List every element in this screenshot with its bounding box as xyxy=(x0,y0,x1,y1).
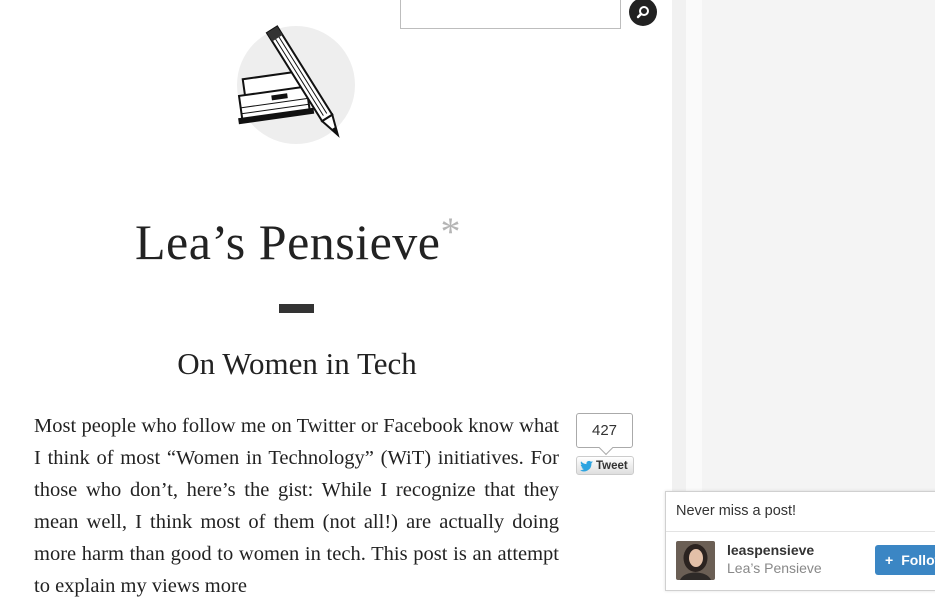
plus-icon: + xyxy=(885,552,894,568)
follow-heading: Never miss a post! xyxy=(666,492,935,532)
title-asterisk: * xyxy=(440,209,461,254)
avatar[interactable] xyxy=(676,541,715,580)
tweet-count[interactable]: 427 xyxy=(576,413,633,448)
search-field[interactable] xyxy=(400,0,621,29)
search-input[interactable] xyxy=(401,0,620,28)
follow-username[interactable]: leaspensieve xyxy=(727,542,814,558)
search-icon xyxy=(636,6,649,19)
post-title[interactable]: On Women in Tech xyxy=(0,346,594,382)
site-title[interactable]: Lea’s Pensieve* xyxy=(0,208,596,271)
site-title-text[interactable]: Lea’s Pensieve xyxy=(135,214,441,270)
follow-widget: Never miss a post! leaspensieve Lea’s Pe… xyxy=(665,491,935,591)
site-logo[interactable] xyxy=(234,22,358,148)
title-divider xyxy=(279,304,314,313)
follow-button[interactable]: + Follow xyxy=(875,545,935,575)
post-body: Most people who follow me on Twitter or … xyxy=(34,415,559,597)
tweet-label: Tweet xyxy=(596,459,628,472)
tweet-button[interactable]: Tweet xyxy=(576,456,634,475)
follow-blog-name: Lea’s Pensieve xyxy=(727,560,822,576)
twitter-bird-icon xyxy=(580,460,593,471)
follow-button-label: Follow xyxy=(901,552,935,568)
